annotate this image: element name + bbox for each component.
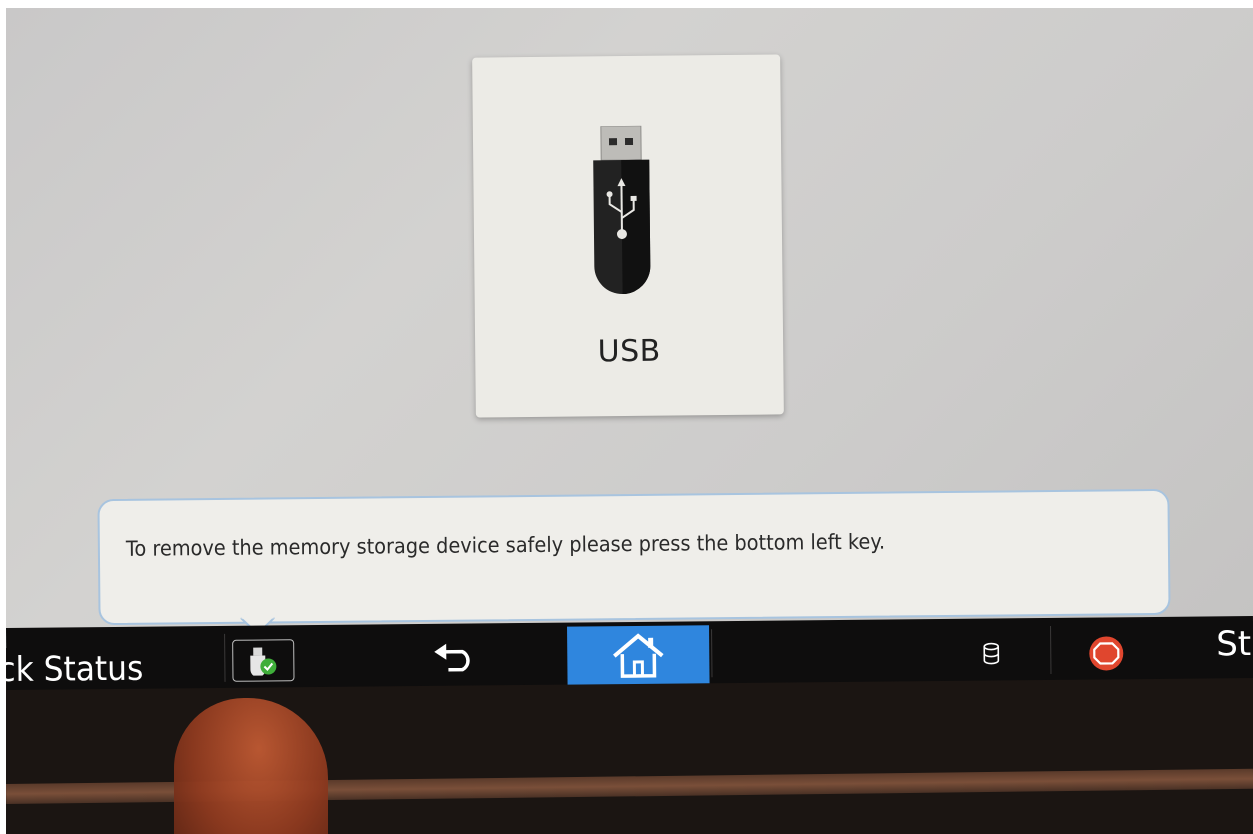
usb-drive-icon — [593, 125, 651, 295]
usb-label: USB — [597, 333, 661, 370]
touch-screen: USB To remove the memory storage device … — [6, 8, 1253, 648]
usb-eject-key[interactable] — [232, 639, 295, 682]
usb-eject-check-icon — [250, 647, 277, 676]
notification-message: To remove the memory storage device safe… — [125, 529, 886, 561]
usb-tile[interactable]: USB — [472, 54, 784, 418]
stop-key-label[interactable]: St — [1216, 624, 1251, 664]
storage-cylinder-icon[interactable] — [982, 642, 1000, 665]
device-panel: USB To remove the memory storage device … — [6, 8, 1253, 834]
bottom-taskbar: ck Status St — [6, 616, 1253, 690]
taskbar-divider — [1050, 625, 1052, 674]
user-finger — [174, 698, 328, 834]
taskbar-divider — [711, 629, 713, 678]
check-status-key[interactable]: ck Status — [6, 649, 144, 690]
notification-balloon: To remove the memory storage device safe… — [97, 488, 1171, 635]
home-key[interactable] — [567, 625, 710, 685]
home-icon — [613, 633, 664, 678]
back-arrow-icon[interactable] — [432, 641, 478, 672]
taskbar-divider — [224, 633, 226, 682]
stop-icon[interactable] — [1088, 635, 1124, 671]
